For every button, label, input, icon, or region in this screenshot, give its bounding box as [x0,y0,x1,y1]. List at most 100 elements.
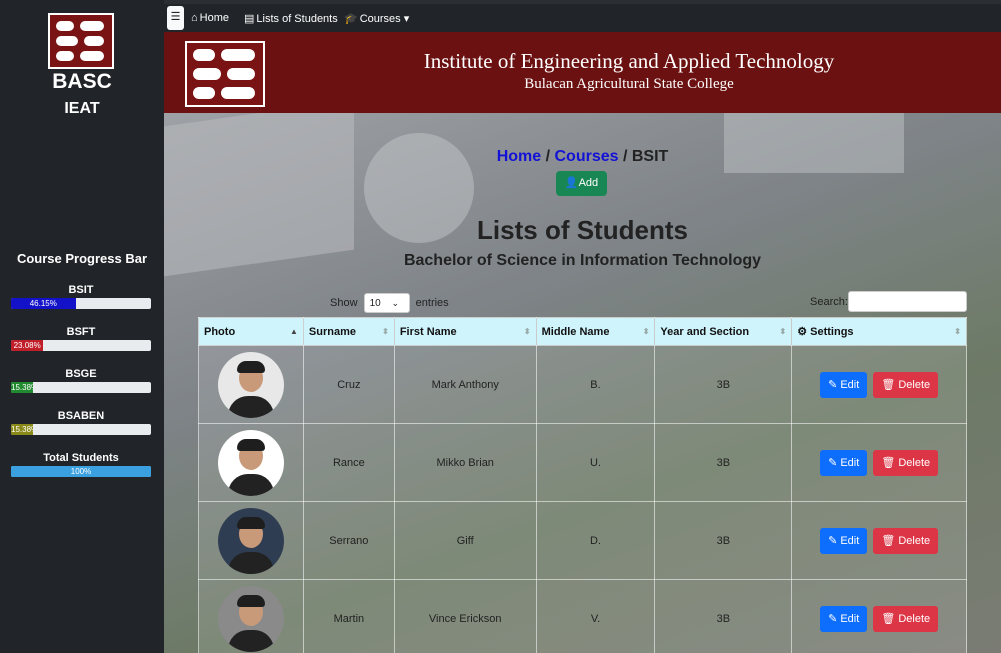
header-label: First Name [399,325,457,338]
first-name-cell: Mark Anthony [393,345,537,424]
photo-cell [198,345,304,424]
header-label: Surname [308,325,356,338]
breadcrumb-separator: / [541,148,555,165]
header-label: Photo [204,325,236,338]
column-header-year-section[interactable]: Year and Section ⬍ [654,317,793,346]
column-header-photo[interactable]: Photo ▲ [198,317,304,346]
avatar [217,351,284,418]
course-progress-total: Total Students 100% [11,452,151,477]
header-label: Settings [810,326,854,338]
edit-button[interactable]: ✎ Edit [820,527,868,554]
course-progress-bsaben: BSABEN 15.38% [11,410,151,435]
edit-button[interactable]: ✎ Edit [820,371,868,398]
search-input[interactable] [848,291,967,312]
breadcrumb-home-link[interactable]: Home [497,148,541,165]
progress-fill: 15.38% [11,382,33,393]
trash-icon: 🗑 [881,378,896,391]
add-student-button[interactable]: 👤Add [556,171,607,196]
page-title: Lists of Students [477,215,688,245]
sort-icon: ⬍ [779,327,787,336]
column-header-settings[interactable]: ⚙ Settings ⬍ [791,317,967,346]
progress-fill: 15.38% [11,424,33,435]
table-row: Martin Vince Erickson V. 3B ✎ Edit 🗑 Dele… [198,579,967,653]
edit-button[interactable]: ✎ Edit [820,605,868,632]
add-user-icon: 👤 [564,177,579,189]
column-header-surname[interactable]: Surname ⬍ [302,317,395,346]
search-label: Search: [810,296,848,308]
edit-button[interactable]: ✎ Edit [820,449,868,476]
progress-fill: 100% [11,466,151,477]
header-label: Year and Section [660,325,750,338]
progress-fill: 46.15% [11,298,76,309]
settings-cell: ✎ Edit 🗑 Delete [791,579,967,653]
section-cell: 3B [654,423,793,502]
progress-track: 15.38% [11,382,151,393]
entries-select[interactable]: 10 ⌄ [363,293,410,313]
surname-cell: Martin [302,579,395,653]
progress-track: 15.38% [11,424,151,435]
institute-title: Institute of Engineering and Applied Tec… [423,49,835,73]
avatar [217,429,284,496]
basc-logo [48,13,114,69]
first-name-cell: Vince Erickson [393,579,537,653]
graduation-cap-icon: 🎓 [344,13,358,25]
sort-asc-icon: ▲ [289,327,298,336]
course-name: BSABEN [57,410,105,422]
students-table: Photo ▲ Surname ⬍ First Name ⬍ Middle Name ⬍… [198,317,967,653]
progress-fill: 23.08% [11,340,44,351]
column-header-first-name[interactable]: First Name ⬍ [393,317,537,346]
nav-lists-link[interactable]: ▤ Lists of Students [244,12,338,25]
edit-label: Edit [840,456,860,469]
settings-cell: ✎ Edit 🗑 Delete [791,345,967,424]
sort-icon: ⬍ [642,327,650,336]
nav-courses-dropdown[interactable]: 🎓 Courses ▾ [344,12,409,25]
sort-icon: ⬍ [954,327,961,336]
caret-down-icon: ▾ [400,13,410,25]
course-name: BSFT [66,326,96,338]
nav-home-label: Home [199,12,229,24]
delete-button[interactable]: 🗑 Delete [873,605,939,632]
delete-button[interactable]: 🗑 Delete [873,449,939,476]
nav-lists-label: Lists of Students [256,13,338,25]
table-row: Rance Mikko Brian U. 3B ✎ Edit 🗑 Delete [198,423,967,502]
middle-name-cell: D. [535,501,656,580]
first-name-cell: Mikko Brian [393,423,537,502]
delete-button[interactable]: 🗑 Delete [873,371,939,398]
photo-cell [198,423,304,502]
basc-logo [185,41,265,107]
nav-home-link[interactable]: ⌂ Home [191,12,229,24]
chevron-down-icon: ⌄ [391,298,400,308]
logo-mark [56,21,104,61]
menu-toggle-button[interactable]: ☰ [167,6,184,30]
entries-label: entries [415,296,449,309]
course-name: Total Students [43,452,119,464]
delete-label: Delete [898,378,931,391]
column-header-middle-name[interactable]: Middle Name ⬍ [535,317,656,346]
breadcrumb: Home / Courses / BSIT [164,148,1001,166]
edit-label: Edit [840,612,860,625]
surname-cell: Serrano [302,501,395,580]
trash-icon: 🗑 [881,534,896,547]
avatar [217,585,284,652]
section-cell: 3B [654,345,793,424]
sidebar: BASC IEAT Course Progress Bar BSIT 46.15… [0,0,164,653]
course-progress-bsft: BSFT 23.08% [11,326,151,351]
middle-name-cell: V. [535,579,656,653]
progress-title: Course Progress Bar [16,251,148,266]
home-icon: ⌂ [191,12,198,24]
section-cell: 3B [654,501,793,580]
delete-label: Delete [898,456,931,469]
breadcrumb-courses-link[interactable]: Courses [554,148,618,165]
college-subtitle: Bulacan Agricultural State College [524,76,734,92]
avatar [217,507,284,574]
entries-value: 10 [369,298,381,309]
middle-name-cell: U. [535,423,656,502]
gear-icon: ⚙ [797,326,808,338]
edit-label: Edit [840,378,860,391]
delete-button[interactable]: 🗑 Delete [873,527,939,554]
page-subtitle: Bachelor of Science in Information Techn… [403,252,762,269]
progress-track: 100% [11,466,151,477]
progress-track: 46.15% [11,298,151,309]
edit-icon: ✎ [828,534,838,547]
progress-track: 23.08% [11,340,151,351]
